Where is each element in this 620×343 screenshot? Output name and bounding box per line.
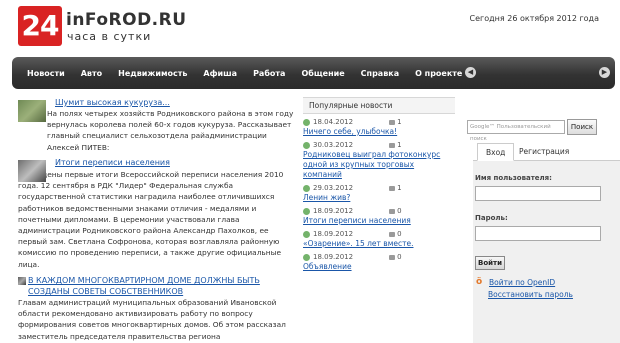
news-title[interactable]: В КАЖДОМ МНОГОКВАРТИРНОМ ДОМЕ ДОЛЖНЫ БЫТ… <box>28 275 296 297</box>
news-item: Итоги переписи населения Подведены первы… <box>18 157 296 275</box>
search-button[interactable]: Поиск <box>567 119 597 135</box>
status-dot-icon <box>303 184 310 192</box>
nav-next-arrow-icon[interactable]: ▶ <box>599 67 610 78</box>
popular-comments: 0 <box>397 253 402 261</box>
popular-item: 29.03.2012 1 Ленин жив? <box>303 183 455 203</box>
site-logo[interactable]: 24 inFoROD.RU часа в сутки <box>18 6 186 48</box>
logo-name: inFoROD.RU <box>66 10 187 30</box>
comment-icon <box>389 119 396 125</box>
login-panel: Имя пользователя: Пароль: Войти ӧ Войти … <box>473 161 620 343</box>
news-thumbnail[interactable] <box>18 277 26 285</box>
popular-comments: 1 <box>397 118 402 126</box>
nav-item-community[interactable]: Общение <box>301 69 344 78</box>
popular-comments: 1 <box>397 184 402 192</box>
popular-title[interactable]: Родниковец выиграл фотоконкурс одной из … <box>303 150 455 180</box>
popular-title[interactable]: Объявление <box>303 262 455 272</box>
openid-link[interactable]: Войти по OpenID <box>489 278 555 287</box>
popular-comments: 1 <box>397 141 402 149</box>
popular-title[interactable]: Ленин жив? <box>303 193 455 203</box>
nav-item-jobs[interactable]: Работа <box>253 69 285 78</box>
password-field[interactable] <box>475 226 601 241</box>
news-thumbnail[interactable] <box>18 160 46 182</box>
search-form: Google™ Пользовательский поиск Поиск <box>467 118 599 142</box>
nav-item-about[interactable]: О проекте <box>415 69 462 78</box>
status-dot-icon <box>303 207 310 215</box>
nav-item-help[interactable]: Справка <box>361 69 399 78</box>
current-date: Сегодня 26 октября 2012 года <box>469 14 599 23</box>
popular-item: 18.04.2012 1 Ничего себе, улыбочка! <box>303 117 455 137</box>
tab-register[interactable]: Регистрация <box>511 143 577 161</box>
nav-item-news[interactable]: Новости <box>27 69 65 78</box>
popular-comments: 0 <box>397 207 402 215</box>
popular-news: Популярные новости 18.04.2012 1 Ничего се… <box>303 97 455 272</box>
search-input[interactable]: Google™ Пользовательский поиск <box>467 120 565 142</box>
comment-icon <box>389 185 396 191</box>
news-text: На полях четырех хозяйств Родниковского … <box>47 109 294 152</box>
status-dot-icon <box>303 253 310 261</box>
popular-item: 18.09.2012 0 «Озарение». 15 лет вместе. <box>303 229 455 249</box>
popular-date: 30.03.2012 <box>313 141 354 149</box>
tab-login[interactable]: Вход <box>477 143 515 161</box>
popular-news-heading: Популярные новости <box>303 97 455 114</box>
openid-icon: ӧ <box>476 277 483 287</box>
status-dot-icon <box>303 118 310 126</box>
popular-title[interactable]: Итоги переписи населения <box>303 216 455 226</box>
main-navigation: Новости Авто Недвижимость Афиша Работа О… <box>12 57 615 89</box>
username-field[interactable] <box>475 186 601 201</box>
password-label: Пароль: <box>475 214 508 222</box>
username-label: Имя пользователя: <box>475 174 552 182</box>
login-button[interactable]: Войти <box>475 256 505 270</box>
comment-icon <box>389 208 396 214</box>
news-item: В КАЖДОМ МНОГОКВАРТИРНОМ ДОМЕ ДОЛЖНЫ БЫТ… <box>18 275 296 342</box>
news-item: Шумит высокая кукуруза... На полях четыр… <box>18 97 296 157</box>
popular-date: 18.09.2012 <box>313 230 354 238</box>
news-title[interactable]: Шумит высокая кукуруза... <box>55 97 296 108</box>
openid-row: ӧ Войти по OpenID <box>476 277 555 288</box>
news-list: Шумит высокая кукуруза... На полях четыр… <box>18 97 296 342</box>
news-thumbnail[interactable] <box>18 100 46 122</box>
popular-comments: 0 <box>397 230 402 238</box>
popular-date: 29.03.2012 <box>313 184 354 192</box>
nav-prev-arrow-icon[interactable]: ◀ <box>465 67 476 78</box>
restore-password-link[interactable]: Восстановить пароль <box>488 290 573 299</box>
popular-date: 18.09.2012 <box>313 253 354 261</box>
logo-slogan: часа в сутки <box>67 30 152 43</box>
popular-item: 30.03.2012 1 Родниковец выиграл фотоконку… <box>303 140 455 180</box>
news-text: Подведены первые итоги Всероссийской пер… <box>18 170 284 269</box>
news-text: Главам администраций муниципальных образ… <box>18 298 286 341</box>
popular-date: 18.04.2012 <box>313 118 354 126</box>
popular-date: 18.09.2012 <box>313 207 354 215</box>
nav-item-realty[interactable]: Недвижимость <box>118 69 187 78</box>
popular-title[interactable]: Ничего себе, улыбочка! <box>303 127 455 137</box>
comment-icon <box>389 142 396 148</box>
news-title[interactable]: Итоги переписи населения <box>55 157 296 168</box>
status-dot-icon <box>303 141 310 149</box>
popular-title[interactable]: «Озарение». 15 лет вместе. <box>303 239 455 249</box>
nav-item-afisha[interactable]: Афиша <box>203 69 237 78</box>
comment-icon <box>389 231 396 237</box>
logo-number: 24 <box>18 6 62 46</box>
popular-item: 18.09.2012 0 Итоги переписи населения <box>303 206 455 226</box>
status-dot-icon <box>303 230 310 238</box>
popular-item: 18.09.2012 0 Объявление <box>303 252 455 272</box>
comment-icon <box>389 254 396 260</box>
nav-item-auto[interactable]: Авто <box>81 69 102 78</box>
auth-tabs: Вход Регистрация <box>473 143 620 161</box>
